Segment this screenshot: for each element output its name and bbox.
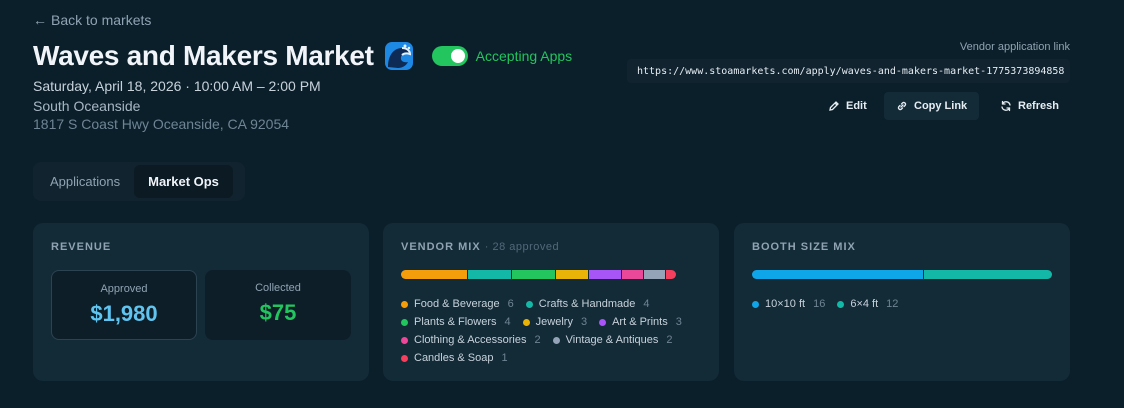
legend-count: 4	[643, 298, 650, 310]
vendor-mix-title: VENDOR MIX · 28 approved	[401, 241, 559, 253]
link-icon	[897, 101, 907, 111]
collected-label: Collected	[255, 282, 301, 294]
tab-applications[interactable]: Applications	[36, 165, 134, 198]
legend-row: 10×10 ft 16 6×4 ft 12	[752, 295, 1062, 313]
legend-label: Crafts & Handmade	[538, 298, 636, 310]
legend-row: Candles & Soap 1	[401, 349, 711, 367]
refresh-icon	[1001, 100, 1011, 112]
page-title: Waves and Makers Market	[33, 40, 374, 71]
legend-count: 2	[666, 334, 673, 346]
booth-mix-segment	[752, 270, 924, 279]
legend-row: Food & Beverage 6 Crafts & Handmade 4	[401, 295, 711, 313]
accepting-apps-toggle[interactable]	[431, 46, 468, 66]
legend-item: Clothing & Accessories 2	[401, 334, 541, 346]
legend-count: 1	[501, 352, 508, 364]
market-location: South Oceanside	[33, 98, 141, 114]
legend-dot	[401, 354, 408, 362]
vendor-link-url[interactable]: https://www.stoamarkets.com/apply/waves-…	[627, 59, 1070, 83]
legend-item: Vintage & Antiques 2	[552, 334, 673, 346]
vendor-mix-segment	[665, 270, 676, 279]
booth-size-mix-card: BOOTH SIZE MIX 10×10 ft 16 6×4 ft 12	[734, 223, 1070, 381]
legend-label: 6×4 ft	[850, 298, 879, 310]
vendor-mix-subtitle: · 28 approved	[484, 241, 560, 253]
legend-label: Plants & Flowers	[414, 316, 497, 328]
revenue-title: REVENUE	[51, 241, 112, 253]
market-date: Saturday, April 18, 2026 · 10:00 AM – 2:…	[33, 78, 321, 94]
approved-revenue-stat: Approved $1,980	[51, 270, 197, 340]
legend-label: Clothing & Accessories	[414, 334, 527, 346]
legend-row: Clothing & Accessories 2 Vintage & Antiqu…	[401, 331, 711, 349]
legend-item: Plants & Flowers 4	[401, 316, 511, 328]
vendor-mix-segment	[467, 270, 511, 279]
legend-dot	[752, 300, 759, 308]
legend-dot	[401, 318, 408, 326]
booth-mix-segment	[923, 270, 1052, 279]
legend-row: Plants & Flowers 4 Jewelry 3 Art & Prints 3	[401, 313, 711, 331]
approved-label: Approved	[100, 283, 148, 295]
vendor-mix-card: VENDOR MIX · 28 approved Food & Beverage…	[383, 223, 719, 381]
approved-value: $1,980	[90, 301, 158, 326]
booth-mix-title: BOOTH SIZE MIX	[752, 241, 856, 253]
vendor-mix-segment	[588, 270, 621, 279]
legend-item: 6×4 ft 12	[837, 298, 898, 310]
legend-dot	[522, 318, 530, 326]
legend-label: Candles & Soap	[414, 352, 494, 364]
view-tabs: Applications Market Ops	[33, 162, 245, 201]
vendor-mix-legend: Food & Beverage 6 Crafts & Handmade 4 Plan…	[401, 295, 711, 367]
legend-label: 10×10 ft	[765, 298, 806, 310]
legend-count: 4	[504, 316, 511, 328]
legend-label: Art & Prints	[612, 316, 668, 328]
refresh-button[interactable]: Refresh	[990, 92, 1069, 120]
legend-item: Food & Beverage 6	[401, 298, 514, 310]
vendor-mix-segment	[555, 270, 588, 279]
vendor-mix-segment	[621, 270, 643, 279]
legend-dot	[552, 336, 560, 344]
vendor-link-label: Vendor application link	[959, 41, 1070, 53]
back-to-markets-link[interactable]: ← Back to markets	[33, 12, 151, 28]
legend-count: 16	[813, 298, 826, 310]
vendor-mix-heading: VENDOR MIX	[401, 241, 481, 253]
copy-link-button[interactable]: Copy Link	[884, 92, 980, 120]
legend-item: Art & Prints 3	[599, 316, 682, 328]
tab-market-ops[interactable]: Market Ops	[134, 165, 233, 198]
legend-item: Candles & Soap 1	[401, 352, 508, 364]
legend-count: 3	[675, 316, 682, 328]
legend-dot	[837, 300, 845, 308]
legend-item: Jewelry 3	[522, 316, 588, 328]
legend-dot	[401, 336, 408, 344]
back-label: Back to markets	[51, 12, 152, 28]
legend-count: 2	[534, 334, 541, 346]
wave-icon	[384, 42, 413, 70]
copy-link-label: Copy Link	[914, 100, 968, 112]
legend-label: Vintage & Antiques	[565, 334, 659, 346]
legend-dot	[525, 300, 533, 308]
legend-label: Jewelry	[535, 316, 573, 328]
vendor-mix-bar	[401, 270, 676, 279]
legend-count: 6	[507, 298, 514, 310]
collected-revenue-stat: Collected $75	[205, 270, 351, 340]
edit-button[interactable]: Edit	[818, 92, 877, 120]
vendor-mix-segment	[401, 270, 467, 279]
booth-mix-legend: 10×10 ft 16 6×4 ft 12	[752, 295, 1062, 313]
title-row: Waves and Makers Market Accepting Apps	[33, 40, 572, 72]
legend-count: 12	[886, 298, 899, 310]
collected-value: $75	[259, 300, 297, 325]
edit-icon	[829, 101, 839, 111]
refresh-label: Refresh	[1018, 100, 1059, 112]
booth-mix-bar	[752, 270, 1052, 279]
legend-item: Crafts & Handmade 4	[525, 298, 650, 310]
vendor-mix-segment	[511, 270, 555, 279]
vendor-mix-segment	[643, 270, 665, 279]
edit-label: Edit	[846, 100, 867, 112]
revenue-card: REVENUE Approved $1,980 Collected $75	[33, 223, 369, 381]
market-address: 1817 S Coast Hwy Oceanside, CA 92054	[33, 116, 290, 132]
legend-item: 10×10 ft 16	[752, 298, 825, 310]
arrow-left-icon: ←	[33, 12, 47, 28]
status-label: Accepting Apps	[475, 48, 573, 64]
legend-dot	[599, 318, 607, 326]
legend-label: Food & Beverage	[414, 298, 500, 310]
legend-count: 3	[580, 316, 588, 328]
legend-dot	[401, 300, 408, 308]
